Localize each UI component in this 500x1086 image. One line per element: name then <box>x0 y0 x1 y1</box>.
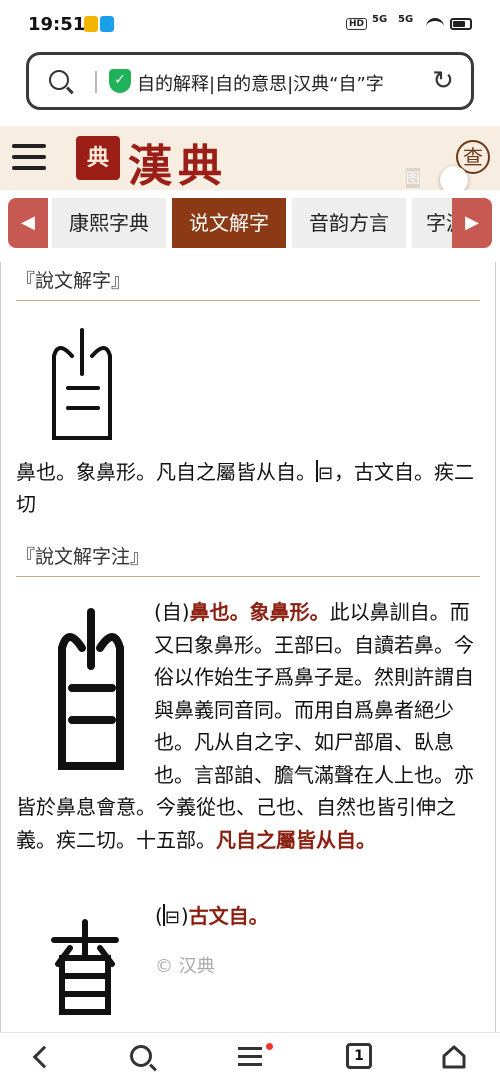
logo-seal[interactable]: 典 <box>76 136 120 180</box>
tab-kangxi[interactable]: 康熙字典 <box>52 198 166 248</box>
address-bar[interactable]: ✓ 自的解释|自的意思|汉典“自”字 ↻ <box>26 52 474 110</box>
browser-bottom-nav: 1 <box>0 1032 500 1086</box>
tab-ziyuan[interactable]: 字源 <box>412 198 452 248</box>
image-toggle-label: 图 <box>406 168 420 188</box>
back-icon[interactable] <box>32 1045 56 1069</box>
dictionary-tabs: ◀ 康熙字典 说文解字 音韵方言 字源 ▶ <box>0 190 500 256</box>
menu-icon[interactable] <box>12 142 46 172</box>
ancient-glyph-icon <box>162 902 181 934</box>
seal-script-glyph-image <box>50 326 120 442</box>
guwen-glyph-image <box>50 918 120 1018</box>
tab-scroll-left-button[interactable]: ◀ <box>8 198 48 248</box>
tabs-count-button[interactable]: 1 <box>346 1043 372 1069</box>
tab-yinyun[interactable]: 音韵方言 <box>292 198 406 248</box>
notification-dot <box>266 1043 273 1050</box>
wifi-icon <box>426 18 444 32</box>
seal-glyph-zhu-image <box>16 596 154 786</box>
reload-icon[interactable]: ↻ <box>429 67 457 95</box>
shield-check-icon: ✓ <box>109 69 131 93</box>
status-time: 19:51 <box>28 14 86 35</box>
copyright-text: © 汉典 <box>155 956 215 977</box>
shuowen-definition: 鼻也。象鼻形。凡自之屬皆从自。，古文自。疾二切 <box>16 456 482 520</box>
guwen-bold: 古文自。 <box>188 904 269 928</box>
url-text[interactable]: 自的解释|自的意思|汉典“自”字 <box>137 70 427 96</box>
guwen-close: ) <box>180 904 189 928</box>
divider <box>16 300 480 301</box>
shuowen-zhu-body: (自)鼻也。象鼻形。此以鼻訓自。而又曰象鼻形。王部曰。自讀若鼻。今俗以作始生子爲… <box>16 596 482 856</box>
content-area: 『說文解字』 鼻也。象鼻形。凡自之屬皆从自。，古文自。疾二切 『說文解字注』 <box>0 262 500 1032</box>
guwen-entry: ()古文自。 <box>155 900 269 934</box>
hd-voice-icon: HD <box>346 18 368 30</box>
section-title-shuowen-zhu: 『說文解字注』 <box>16 546 150 568</box>
ancient-glyph-icon <box>316 458 334 490</box>
home-icon[interactable] <box>442 1045 466 1069</box>
search-icon[interactable] <box>49 70 69 90</box>
browser-app-icon <box>100 16 114 32</box>
site-logo[interactable]: 漢典 <box>128 130 228 194</box>
divider <box>95 71 97 93</box>
guwen-open: ( <box>155 904 163 928</box>
tab-scroll-right-button[interactable]: ▶ <box>452 198 492 248</box>
tab-shuowen[interactable]: 说文解字 <box>172 198 286 248</box>
definition-text: 鼻也。象鼻形。凡自之屬皆从自。 <box>16 460 316 484</box>
search-icon[interactable] <box>130 1045 152 1067</box>
battery-icon <box>450 18 472 30</box>
divider <box>16 576 480 577</box>
menu-icon[interactable] <box>238 1047 262 1067</box>
section-title-shuowen: 『說文解字』 <box>16 270 131 292</box>
zhu-head-bold: 鼻也。象鼻形。 <box>189 600 330 624</box>
5g-signal-icon: 5G <box>372 14 388 25</box>
bee-app-icon <box>84 16 98 32</box>
status-bar: 19:51 HD 5G 5G <box>0 0 500 48</box>
zhu-head-open: (自) <box>154 600 190 624</box>
site-header: 典 漢典 查 <box>0 126 500 192</box>
5g-signal-icon-2: 5G <box>398 14 414 25</box>
zhu-tail-bold: 凡自之屬皆从自。 <box>216 827 376 852</box>
